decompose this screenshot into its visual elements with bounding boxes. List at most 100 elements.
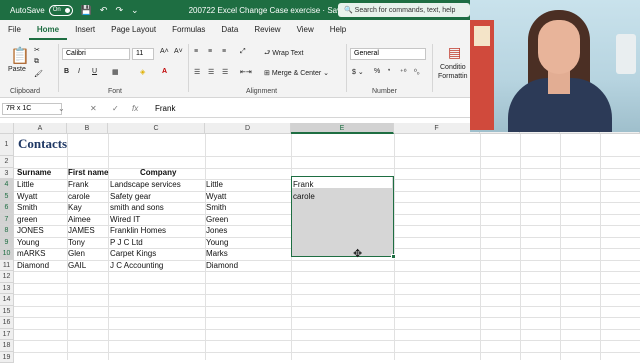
font-name-select[interactable]: Calibri bbox=[62, 48, 130, 60]
row-header-12[interactable]: 12 bbox=[0, 271, 14, 283]
increase-decimal-icon[interactable]: ⁺⁰ bbox=[400, 68, 407, 76]
cell-first-name[interactable]: Aimee bbox=[68, 214, 91, 225]
copy-icon[interactable]: ⧉ bbox=[34, 58, 39, 66]
font-size-select[interactable]: 11 bbox=[132, 48, 154, 60]
cell-surname[interactable]: Young bbox=[17, 237, 39, 248]
row-header-9[interactable]: 9 bbox=[0, 237, 14, 249]
tab-formulas[interactable]: Formulas bbox=[164, 20, 213, 40]
row-header-6[interactable]: 6 bbox=[0, 202, 14, 214]
align-center-icon[interactable]: ☰ bbox=[208, 68, 214, 76]
fill-handle[interactable] bbox=[391, 254, 396, 259]
cell-first-name[interactable]: Tony bbox=[68, 237, 85, 248]
conditional-formatting-label-2[interactable]: Formattin bbox=[438, 73, 468, 80]
bold-button[interactable]: B bbox=[64, 68, 69, 75]
cancel-icon[interactable]: ✕ bbox=[90, 104, 97, 113]
conditional-formatting-icon[interactable]: ▤ bbox=[448, 44, 461, 61]
row-header-3[interactable]: 3 bbox=[0, 168, 14, 180]
cell-surname[interactable]: Wyatt bbox=[17, 191, 37, 202]
row-header-4[interactable]: 4 bbox=[0, 179, 14, 191]
cell-first-name[interactable]: Frank bbox=[68, 179, 88, 190]
undo-icon[interactable]: ↶ bbox=[100, 5, 108, 16]
column-header-d[interactable]: D bbox=[205, 123, 291, 134]
column-header-f[interactable]: F bbox=[394, 123, 480, 134]
cell-surname[interactable]: Little bbox=[17, 179, 34, 190]
cell-surname[interactable]: JONES bbox=[17, 225, 44, 236]
indent-icon[interactable]: ⇤⇥ bbox=[240, 68, 252, 76]
header-company[interactable]: Company bbox=[140, 167, 176, 178]
cell-surname[interactable]: green bbox=[17, 214, 37, 225]
row-header-1[interactable]: 1 bbox=[0, 134, 14, 156]
row-header-5[interactable]: 5 bbox=[0, 191, 14, 203]
tab-view[interactable]: View bbox=[289, 20, 322, 40]
cell-company[interactable]: smith and sons bbox=[110, 202, 164, 213]
cell-proper-surname[interactable]: Smith bbox=[206, 202, 226, 213]
cell-company[interactable]: Landscape services bbox=[110, 179, 181, 190]
cell-proper-surname[interactable]: Green bbox=[206, 214, 228, 225]
redo-icon[interactable]: ↷ bbox=[115, 5, 123, 16]
tab-help[interactable]: Help bbox=[322, 20, 354, 40]
cell-surname[interactable]: Diamond bbox=[17, 260, 49, 271]
decrease-font-icon[interactable]: A˅ bbox=[174, 48, 183, 55]
tab-insert[interactable]: Insert bbox=[67, 20, 103, 40]
tab-data[interactable]: Data bbox=[213, 20, 246, 40]
cell-proper-surname[interactable]: Marks bbox=[206, 248, 228, 259]
decrease-decimal-icon[interactable]: ⁰₀ bbox=[414, 68, 420, 76]
paste-icon[interactable]: 📋 bbox=[10, 46, 30, 66]
borders-icon[interactable]: ▦ bbox=[112, 68, 119, 76]
row-header-8[interactable]: 8 bbox=[0, 225, 14, 237]
tab-home[interactable]: Home bbox=[29, 20, 67, 40]
align-right-icon[interactable]: ☰ bbox=[222, 68, 228, 76]
cell-surname[interactable]: mARKS bbox=[17, 248, 45, 259]
autosave-toggle[interactable]: On bbox=[49, 5, 73, 16]
italic-button[interactable]: I bbox=[78, 68, 80, 75]
tab-file[interactable]: File bbox=[0, 20, 29, 40]
sheet-title[interactable]: Contacts bbox=[18, 136, 67, 152]
tab-review[interactable]: Review bbox=[246, 20, 288, 40]
spreadsheet-grid[interactable]: A B C D E F G H I J 1 2 3 4 5 6 7 8 9 10… bbox=[0, 123, 640, 360]
column-header-e[interactable]: E bbox=[291, 123, 394, 134]
row-header-7[interactable]: 7 bbox=[0, 214, 14, 226]
row-header-13[interactable]: 13 bbox=[0, 283, 14, 295]
cell-company[interactable]: Carpet Kings bbox=[110, 248, 156, 259]
cell-company[interactable]: Wired IT bbox=[110, 214, 140, 225]
save-icon[interactable]: 💾 bbox=[81, 5, 92, 16]
cell-proper-surname[interactable]: Diamond bbox=[206, 260, 238, 271]
cell-proper-surname[interactable]: Little bbox=[206, 179, 223, 190]
column-header-a[interactable]: A bbox=[14, 123, 67, 134]
search-input[interactable]: 🔍 Search for commands, text, help bbox=[338, 3, 470, 17]
cell-first-name[interactable]: JAMES bbox=[68, 225, 95, 236]
align-bottom-icon[interactable]: ≡ bbox=[222, 48, 226, 55]
paste-button[interactable]: Paste bbox=[8, 66, 26, 73]
cell-surname[interactable]: Smith bbox=[17, 202, 37, 213]
row-header-11[interactable]: 11 bbox=[0, 260, 14, 272]
cell-company[interactable]: Franklin Homes bbox=[110, 225, 166, 236]
cell-output[interactable]: carole bbox=[293, 191, 315, 202]
cell-first-name[interactable]: Kay bbox=[68, 202, 82, 213]
wrap-text-button[interactable]: ⮐ Wrap Text bbox=[264, 49, 304, 60]
tab-page-layout[interactable]: Page Layout bbox=[103, 20, 164, 40]
cell-company[interactable]: J C Accounting bbox=[110, 260, 163, 271]
conditional-formatting-label[interactable]: Conditio bbox=[440, 64, 466, 71]
row-header-19[interactable]: 19 bbox=[0, 352, 14, 363]
align-top-icon[interactable]: ≡ bbox=[194, 48, 198, 55]
cell-proper-surname[interactable]: Jones bbox=[206, 225, 227, 236]
cell-first-name[interactable]: carole bbox=[68, 191, 90, 202]
enter-icon[interactable]: ✓ bbox=[112, 104, 119, 113]
row-header-17[interactable]: 17 bbox=[0, 329, 14, 341]
row-header-10[interactable]: 10 bbox=[0, 248, 14, 260]
format-painter-icon[interactable]: 🖌 bbox=[34, 70, 43, 78]
row-header-16[interactable]: 16 bbox=[0, 317, 14, 329]
insert-function-button[interactable]: fx bbox=[132, 104, 138, 113]
header-first-name[interactable]: First name bbox=[68, 167, 108, 178]
select-all-corner[interactable] bbox=[0, 123, 14, 134]
row-header-18[interactable]: 18 bbox=[0, 340, 14, 352]
formula-input[interactable]: Frank bbox=[155, 104, 175, 113]
header-surname[interactable]: Surname bbox=[17, 167, 51, 178]
increase-font-icon[interactable]: A˄ bbox=[160, 48, 169, 55]
font-color-icon[interactable]: A bbox=[162, 68, 167, 75]
percent-icon[interactable]: % bbox=[374, 68, 380, 75]
cell-first-name[interactable]: Glen bbox=[68, 248, 85, 259]
column-header-b[interactable]: B bbox=[67, 123, 108, 134]
cell-output[interactable]: Frank bbox=[293, 179, 313, 190]
column-header-c[interactable]: C bbox=[108, 123, 205, 134]
